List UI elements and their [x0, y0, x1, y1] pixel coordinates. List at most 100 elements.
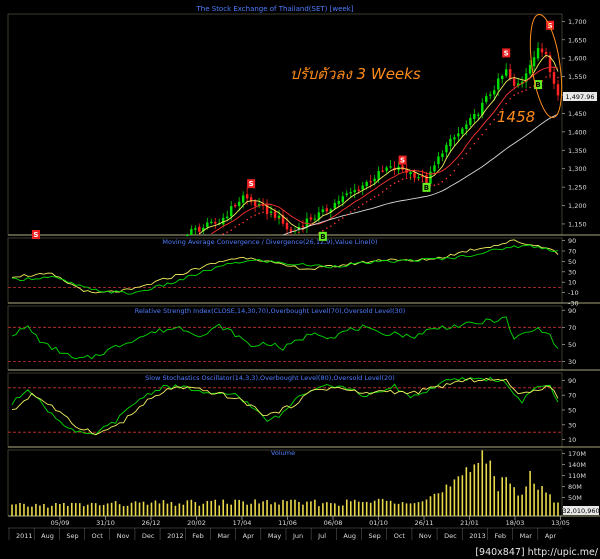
volume-bar: [541, 486, 543, 516]
candle-body: [556, 84, 560, 96]
time-label-lower: Jul: [317, 532, 326, 540]
tick-label-rsi: 90: [568, 307, 576, 315]
candle-body: [381, 170, 384, 172]
volume-bar: [330, 503, 332, 516]
volume-bar: [66, 505, 69, 516]
volume-bar: [393, 503, 396, 516]
candle-body: [373, 178, 376, 182]
volume-bar: [302, 504, 304, 516]
candle-body: [401, 165, 404, 170]
volume-bar: [310, 501, 312, 516]
trailing-stop-dot: [437, 183, 440, 185]
volume-bar: [126, 505, 129, 516]
volume-bar: [82, 506, 85, 516]
time-label-lower: 2013: [469, 532, 486, 540]
candle-body: [341, 196, 345, 203]
tick-label-macd: 50: [568, 258, 576, 266]
volume-bar: [513, 487, 515, 516]
trailing-stop-dot: [509, 97, 511, 100]
trailing-stop-dot: [477, 138, 480, 140]
candle-body: [241, 195, 245, 203]
candle-body: [214, 222, 217, 224]
tick-label-stoch: 30: [568, 421, 576, 429]
volume-bar: [549, 494, 551, 516]
volume-bar: [274, 502, 276, 516]
volume-bar: [246, 504, 248, 516]
candle-body: [210, 221, 213, 223]
candle-body: [309, 217, 313, 220]
candle-body: [504, 69, 508, 76]
volume-bar: [501, 477, 504, 516]
trailing-stop-dot: [250, 216, 252, 218]
volume-bar: [35, 503, 37, 516]
trailing-stop-dot: [553, 75, 555, 77]
time-label-upper: 26/12: [142, 519, 161, 527]
trailing-stop-dot: [545, 76, 547, 78]
time-label-lower: Oct: [394, 532, 406, 540]
tick-label-macd: 70: [568, 248, 576, 256]
time-label-lower: 2012: [167, 532, 184, 540]
trailing-stop-dot: [557, 76, 559, 79]
volume-bar: [326, 502, 328, 516]
volume-bar: [158, 503, 161, 516]
candle-body: [544, 51, 548, 55]
candle-body: [377, 171, 380, 180]
candle-body: [445, 144, 448, 153]
trailing-stop-dot: [282, 220, 284, 222]
trailing-stop-dot: [481, 133, 484, 136]
tick-label-price: 1,250: [568, 184, 587, 192]
volume-bar: [533, 483, 535, 516]
volume-bar: [553, 502, 555, 516]
volume-bar: [445, 484, 448, 516]
volume-bar: [405, 503, 408, 516]
candle-body: [437, 156, 440, 165]
trailing-stop-dot: [385, 187, 388, 190]
volume-bar: [23, 503, 25, 516]
volume-bar: [505, 477, 507, 516]
candle-body: [441, 153, 444, 157]
volume-bar: [94, 503, 97, 516]
volume-bar: [425, 499, 428, 516]
candle-body: [357, 189, 360, 191]
candle-body: [500, 75, 504, 79]
volume-bar: [397, 503, 400, 516]
candle-body: [269, 211, 273, 214]
trailing-stop-dot: [461, 157, 464, 160]
trailing-stop-dot: [365, 200, 368, 203]
candle-body: [333, 203, 337, 209]
time-label-lower: May: [268, 532, 282, 540]
trailing-stop-dot: [338, 219, 340, 221]
volume-bar: [106, 503, 109, 516]
volume-bar: [122, 506, 125, 516]
candle-body: [273, 211, 277, 218]
macd-title: Moving Average Convergence / Divergence(…: [162, 238, 377, 246]
volume-bar: [457, 476, 460, 516]
candle-body: [345, 193, 349, 195]
volume-bar: [110, 502, 113, 516]
volume-bar: [55, 503, 57, 516]
tick-label-rsi: 50: [568, 341, 576, 349]
volume-bar: [150, 502, 153, 516]
volume-bar: [465, 467, 468, 516]
trailing-stop-dot: [513, 94, 515, 96]
tick-label-rsi: 70: [568, 324, 576, 332]
trailing-stop-dot: [453, 169, 456, 172]
candle-body: [512, 78, 516, 86]
volume-bar: [234, 499, 236, 516]
volume-bar: [194, 502, 197, 516]
candle-body: [229, 206, 233, 217]
candle-body: [349, 192, 352, 194]
volume-bar: [27, 506, 29, 516]
candle-body: [253, 200, 257, 207]
volume-bar: [90, 502, 93, 516]
tick-label-price: 1,150: [568, 220, 587, 228]
volume-bar: [63, 502, 65, 516]
candle-body: [449, 138, 452, 147]
trailing-stop-dot: [473, 142, 476, 145]
sell-signal-label: S: [400, 157, 405, 165]
volume-bar: [485, 463, 488, 516]
trailing-stop-dot: [242, 221, 244, 224]
candle-body: [552, 72, 556, 84]
time-label-lower: Mar: [217, 532, 230, 540]
candle-body: [496, 78, 500, 90]
